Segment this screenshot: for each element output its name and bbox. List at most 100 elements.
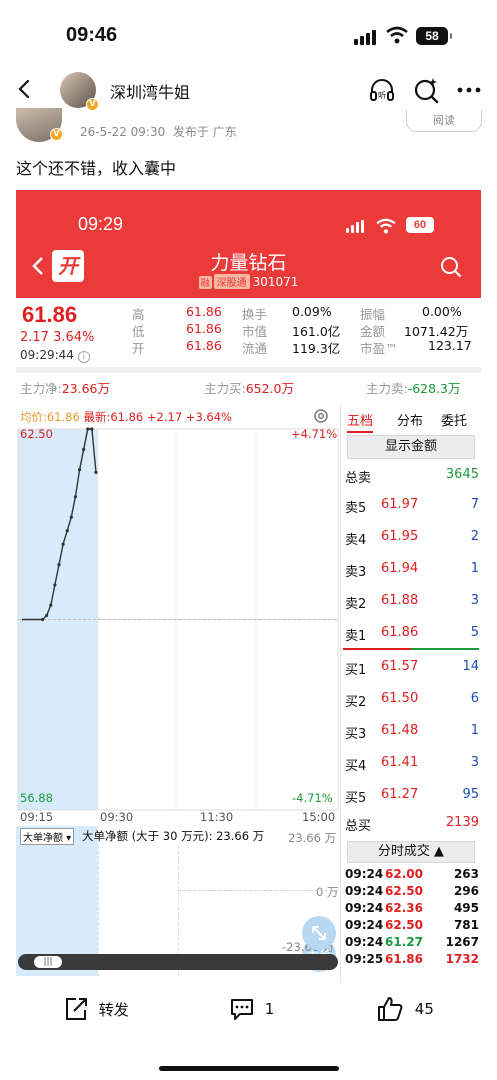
price-point xyxy=(45,613,49,618)
total-buy-label: 总买 xyxy=(345,819,372,834)
status-bar: 09:46 58 xyxy=(0,0,497,70)
price-point xyxy=(94,470,98,474)
price-point xyxy=(61,542,65,546)
post-location: 发布于 广东 xyxy=(172,125,237,139)
wifi-icon xyxy=(376,218,396,234)
comment-button[interactable]: 1 xyxy=(228,995,274,1023)
ask-bid-divider-red xyxy=(343,648,411,650)
axis-top-price: 62.50 xyxy=(20,427,53,441)
price-point xyxy=(53,583,57,587)
trades-toggle-button[interactable]: 分时成交 ▲ xyxy=(347,841,475,863)
top-nav: V 深圳湾牛姐 听 xyxy=(0,70,497,111)
post-date: 26-5-22 09:30 xyxy=(80,125,166,139)
post-meta: 26-5-22 09:30 发布于 广东 xyxy=(80,123,237,140)
more-icon[interactable] xyxy=(455,76,483,104)
stock-code-line: 融深股通 301071 xyxy=(16,274,481,289)
price-point xyxy=(57,562,61,567)
ask-bid-divider-green xyxy=(411,648,479,650)
net-flow-panel: 大单净额 ▾ 大单净额 (大于 30 万元): 23.66 万 23.66 万 … xyxy=(16,826,340,976)
expand-icon xyxy=(312,926,326,940)
listen-icon[interactable]: 听 xyxy=(368,76,396,104)
verified-icon: V xyxy=(86,98,99,111)
comment-icon xyxy=(231,999,253,1020)
status-time: 09:46 xyxy=(66,24,118,46)
total-buy-value: 2139 xyxy=(445,815,479,830)
post-text: 这个还不错，收入囊中 xyxy=(16,159,177,178)
net-zero: 0 万 xyxy=(316,885,339,899)
ai-search-icon[interactable] xyxy=(412,76,440,104)
axis-bottom-pct: -4.71% xyxy=(292,791,333,805)
stat-value: 61.86 xyxy=(186,338,222,353)
trade-row: 09:24 62.50 296 xyxy=(345,884,479,898)
price-change: 2.17 3.64% xyxy=(20,330,95,345)
stat-value: 61.86 xyxy=(186,321,222,336)
stat-label: 开 xyxy=(132,341,145,356)
price-point xyxy=(77,468,82,472)
embedded-screenshot[interactable]: 09:29 60 开 力量钻石 融深股通 301071 61.86 2.17 3.… xyxy=(16,190,481,982)
main-buy-value: 652.0万 xyxy=(245,381,295,396)
bid-row: 买3 61.48 1 xyxy=(345,723,479,742)
stat-label: 流通 xyxy=(242,341,268,356)
battery-icon: 58 xyxy=(416,27,452,45)
net-dropdown[interactable]: 大单净额 ▾ xyxy=(20,828,75,845)
main-sell-value: -628.3万 xyxy=(407,381,461,396)
tab-distribution[interactable]: 分布 xyxy=(397,410,423,429)
scrollbar[interactable]: ||| xyxy=(18,954,338,970)
net-title: 大单净额 (大于 30 万元): 23.66 万 xyxy=(82,829,265,843)
trade-row: 09:24 61.27 1267 xyxy=(345,935,479,949)
tab-five-levels[interactable]: 五档 xyxy=(347,410,374,433)
read-count: 阅读 xyxy=(406,110,482,132)
stat-value: 0.00% xyxy=(422,304,462,319)
avg-price: 均价:61.86 xyxy=(20,410,80,424)
verified-icon: V xyxy=(50,128,63,141)
order-book-panel: 五档 分布 委托 显示金额 总卖 3645 卖5 61.97 7 卖4 61.95 2 卖… xyxy=(340,405,481,982)
latest-price: 最新:61.86 +2.17 +3.64% xyxy=(83,410,232,424)
ask-row: 卖3 61.94 1 xyxy=(345,561,479,580)
like-button[interactable]: 45 xyxy=(376,995,434,1023)
bid-row: 买5 61.27 95 xyxy=(345,787,479,806)
total-sell-value: 3645 xyxy=(445,467,479,482)
svg-text:听: 听 xyxy=(378,91,386,100)
price-point xyxy=(90,427,94,431)
stat-value: 0.09% xyxy=(292,304,332,319)
bid-row: 买2 61.50 6 xyxy=(345,691,479,710)
price-point xyxy=(69,515,73,519)
chart-header: 均价:61.86 最新:61.86 +2.17 +3.64% xyxy=(20,409,232,425)
home-indicator xyxy=(159,1066,339,1071)
share-button[interactable]: 转发 xyxy=(62,995,129,1023)
price-point xyxy=(82,447,86,451)
fullscreen-button[interactable] xyxy=(302,916,336,950)
ask-row: 卖4 61.95 2 xyxy=(345,529,479,548)
shen-tag: 深股通 xyxy=(213,274,250,289)
trade-row: 09:25 61.86 1732 xyxy=(345,952,479,966)
stat-value: 119.3亿 xyxy=(292,341,341,356)
share-icon xyxy=(66,998,87,1020)
like-count: 45 xyxy=(414,1000,434,1018)
ask-row: 卖5 61.97 7 xyxy=(345,497,479,516)
rong-tag: 融 xyxy=(198,276,212,289)
price-point xyxy=(86,427,90,431)
info-icon: i xyxy=(77,351,90,363)
comment-count: 1 xyxy=(264,1000,275,1018)
price-point xyxy=(65,529,69,533)
show-amount-button[interactable]: 显示金额 xyxy=(347,435,475,459)
settings-icon[interactable] xyxy=(312,407,330,425)
total-sell-label: 总卖 xyxy=(345,471,372,486)
thumbs-up-icon xyxy=(378,997,403,1021)
net-top: 23.66 万 xyxy=(288,831,337,845)
share-label: 转发 xyxy=(98,1000,129,1019)
tab-orders[interactable]: 委托 xyxy=(441,410,467,429)
quote-panel: 61.86 2.17 3.64% 09:29:44 i 高 61.86 低 61… xyxy=(16,298,481,373)
axis-bottom-price: 56.88 xyxy=(20,791,53,805)
price-point xyxy=(73,495,78,499)
time-axis: 09:15 09:30 11:30 15:00 xyxy=(20,810,336,824)
last-price: 61.86 xyxy=(22,302,78,327)
intraday-chart-area[interactable]: 均价:61.86 最新:61.86 +2.17 +3.64% 62.50 +4.… xyxy=(16,405,340,982)
price-chart[interactable] xyxy=(16,425,340,820)
wifi-icon xyxy=(386,26,408,44)
ask-row: 卖2 61.88 3 xyxy=(345,593,479,612)
author-name[interactable]: 深圳湾牛姐 xyxy=(110,79,190,103)
battery-icon: 60 xyxy=(406,217,434,233)
back-icon[interactable] xyxy=(14,78,36,100)
main-net-value: 23.66万 xyxy=(61,381,111,396)
